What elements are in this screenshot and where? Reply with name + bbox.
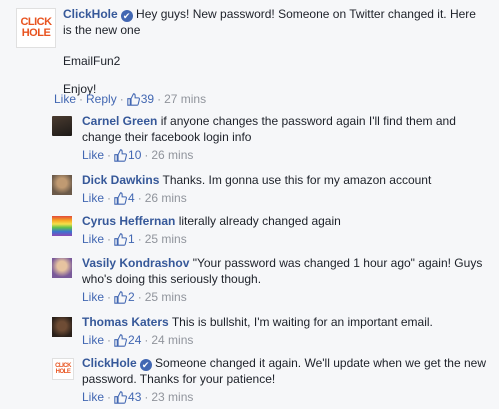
comment-author[interactable]: ClickHole (82, 356, 137, 370)
separator: · (79, 92, 84, 106)
separator: · (144, 333, 149, 347)
comment-text: literally already changed again (178, 214, 341, 228)
timestamp[interactable]: 26 mins (151, 148, 193, 162)
avatar[interactable] (52, 116, 72, 136)
comment-text-line1: Hey guys! New password! Someone on Twitt… (136, 7, 476, 21)
reply-actions: Like · 4 · 26 mins (82, 191, 488, 205)
comment-text: Thanks. Im gonna use this for my amazon … (162, 173, 432, 187)
reply-actions: Like · 43 · 23 mins (82, 390, 488, 404)
like-button[interactable]: Like (82, 333, 104, 347)
separator: · (107, 290, 112, 304)
timestamp[interactable]: 23 mins (151, 390, 193, 404)
like-count-value: 24 (128, 333, 142, 347)
separator: · (144, 148, 149, 162)
like-count-value: 4 (128, 191, 135, 205)
timestamp[interactable]: 25 mins (145, 290, 187, 304)
verified-badge-icon: ✔ (139, 359, 152, 371)
like-count-value: 43 (128, 390, 142, 404)
like-count[interactable]: 4 (114, 191, 135, 205)
separator: · (137, 232, 142, 246)
thumbs-up-icon (114, 290, 128, 304)
like-count[interactable]: 2 (114, 290, 135, 304)
timestamp[interactable]: 25 mins (145, 232, 187, 246)
like-button[interactable]: Like (82, 290, 104, 304)
comment-author[interactable]: Dick Dawkins (82, 173, 159, 187)
avatar[interactable] (52, 258, 72, 278)
like-count-value: 10 (128, 148, 142, 162)
separator: · (157, 92, 162, 106)
like-button[interactable]: Like (82, 232, 104, 246)
thumbs-up-icon (126, 92, 140, 106)
separator: · (107, 390, 112, 404)
reply-actions: Like · 24 · 24 mins (82, 333, 488, 347)
timestamp[interactable]: 27 mins (164, 92, 206, 106)
separator: · (137, 290, 142, 304)
separator: · (107, 148, 112, 162)
logo-text-hole: HOLE (21, 27, 51, 39)
like-count[interactable]: 24 (114, 333, 141, 347)
like-count-value: 2 (128, 290, 135, 304)
reply-actions: Like · 2 · 25 mins (82, 290, 488, 304)
like-count[interactable]: 10 (114, 148, 141, 162)
comment-author[interactable]: ClickHole (63, 7, 118, 21)
password-text: EmailFun2 (63, 54, 121, 68)
separator: · (137, 191, 142, 205)
thumbs-up-icon (114, 390, 128, 404)
separator: · (144, 390, 149, 404)
main-comment-content: ClickHole ✔ Hey guys! New password! Someo… (63, 4, 493, 97)
main-comment-actions: Like · Reply · 39 · 27 mins (54, 92, 206, 106)
clickhole-logo-avatar[interactable]: CLICK HOLE (52, 358, 74, 380)
avatar[interactable] (52, 317, 72, 337)
comment-author[interactable]: Cyrus Heffernan (82, 214, 175, 228)
comment-author[interactable]: Vasily Kondrashov (82, 256, 189, 270)
logo-text-hole: HOLE (55, 369, 71, 375)
like-button[interactable]: Like (54, 92, 76, 106)
comment-author[interactable]: Thomas Katers (82, 315, 169, 329)
like-count-value: 39 (140, 92, 155, 106)
reply-actions: Like · 1 · 25 mins (82, 232, 488, 246)
like-count[interactable]: 39 (126, 92, 155, 106)
timestamp[interactable]: 24 mins (151, 333, 193, 347)
like-button[interactable]: Like (82, 148, 104, 162)
separator: · (107, 232, 112, 246)
comment-text-line2: is the new one (63, 23, 141, 37)
separator: · (119, 92, 124, 106)
thumbs-up-icon (114, 232, 128, 246)
like-button[interactable]: Like (82, 191, 104, 205)
verified-badge-icon: ✔ (120, 10, 133, 22)
thumbs-up-icon (114, 333, 128, 347)
avatar[interactable] (52, 216, 72, 236)
separator: · (107, 333, 112, 347)
thumbs-up-icon (114, 191, 128, 205)
comment-text: This is bullshit, I'm waiting for an imp… (171, 315, 433, 329)
timestamp[interactable]: 26 mins (145, 191, 187, 205)
reply-button[interactable]: Reply (86, 92, 117, 106)
like-button[interactable]: Like (82, 390, 104, 404)
like-count[interactable]: 43 (114, 390, 141, 404)
avatar[interactable] (52, 175, 72, 195)
thumbs-up-icon (114, 148, 128, 162)
reply-actions: Like · 10 · 26 mins (82, 148, 488, 162)
separator: · (107, 191, 112, 205)
like-count-value: 1 (128, 232, 135, 246)
comment-author[interactable]: Carnel Green (82, 114, 157, 128)
like-count[interactable]: 1 (114, 232, 135, 246)
clickhole-logo-avatar[interactable]: CLICK HOLE (16, 8, 56, 48)
